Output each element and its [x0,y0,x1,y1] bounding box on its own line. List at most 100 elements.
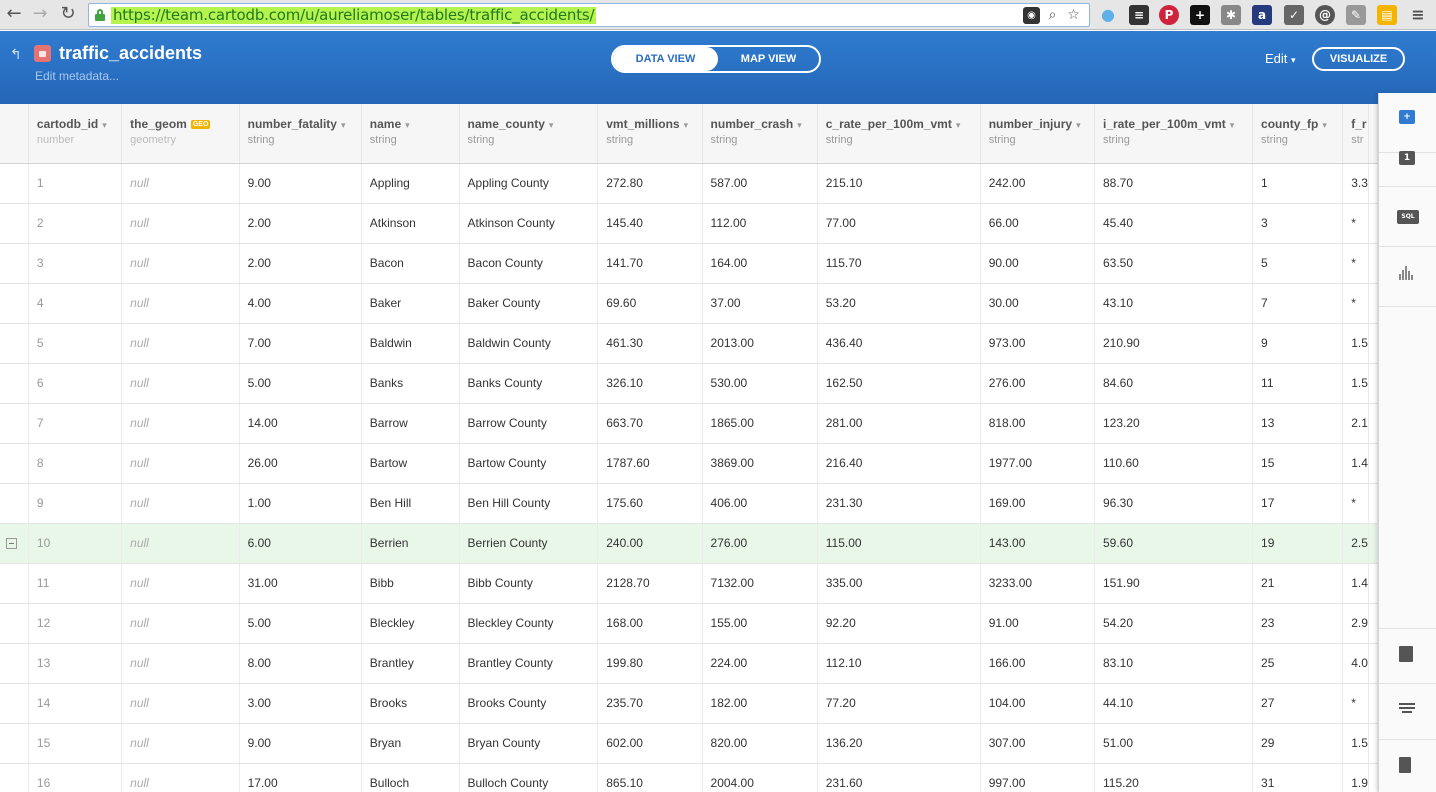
table-cell[interactable]: 30.00 [980,283,1095,324]
table-cell[interactable]: 69.60 [597,283,703,324]
table-cell[interactable]: Atkinson County [459,203,599,244]
column-menu-chevron-icon[interactable]: ▾ [684,120,689,130]
table-cell[interactable]: 182.00 [702,683,818,724]
table-cell[interactable]: 276.00 [702,523,818,564]
back-arrow-icon[interactable]: ← [4,4,24,24]
table-cell[interactable]: 115.20 [1094,763,1254,792]
table-cell[interactable]: Banks [361,363,460,404]
table-cell[interactable]: 115.70 [817,243,981,284]
back-icon[interactable]: ↰ [10,47,22,63]
table-cell[interactable]: 155.00 [702,603,818,644]
table-cell[interactable]: Baker County [459,283,599,324]
table-cell[interactable]: 26.00 [239,443,362,484]
table-cell[interactable]: Bibb County [459,563,599,604]
table-cell[interactable]: 143.00 [980,523,1095,564]
table-cell[interactable]: 31.00 [239,563,362,604]
column-header[interactable]: number_crash ▾ string [702,104,818,164]
row-options-icon[interactable] [6,538,17,550]
table-cell[interactable]: 83.10 [1094,643,1254,684]
buffer-icon[interactable]: ≡ [1129,5,1149,25]
table-cell[interactable]: null [121,563,240,604]
table-cell[interactable]: Bartow [361,443,460,484]
table-cell[interactable]: 235.70 [597,683,703,724]
column-menu-chevron-icon[interactable]: ▾ [956,120,961,130]
table-cell[interactable]: 7 [28,403,123,444]
table-cell[interactable]: 1 [28,163,123,204]
table-cell[interactable]: 92.20 [817,603,981,644]
table-cell[interactable]: Bulloch County [459,763,599,792]
table-cell[interactable]: 10 [28,523,123,564]
column-header[interactable]: c_rate_per_100m_vmt ▾ string [817,104,981,164]
table-cell[interactable]: Baker [361,283,460,324]
table-cell[interactable]: 530.00 [702,363,818,404]
row-selector[interactable] [0,763,29,792]
table-cell[interactable]: Ben Hill County [459,483,599,524]
table-cell[interactable]: 199.80 [597,643,703,684]
row-selector[interactable] [0,163,29,204]
table-cell[interactable]: Bleckley County [459,603,599,644]
table-cell[interactable]: 175.60 [597,483,703,524]
table-cell[interactable]: 307.00 [980,723,1095,764]
table-cell[interactable]: 1.9 [1342,763,1369,792]
table-cell[interactable]: 151.90 [1094,563,1254,604]
table-cell[interactable]: 31 [1252,763,1344,792]
bookmark-star-icon[interactable]: ☆ [1065,7,1082,24]
table-cell[interactable]: 997.00 [980,763,1095,792]
table-cell[interactable]: Brantley County [459,643,599,684]
table-row[interactable]: 1 null 9.00 Appling Appling County 272.80 587.… [0,163,1378,204]
table-cell[interactable]: null [121,363,240,404]
table-cell[interactable]: 272.80 [597,163,703,204]
table-cell[interactable]: 240.00 [597,523,703,564]
table-cell[interactable]: 91.00 [980,603,1095,644]
table-cell[interactable]: 17.00 [239,763,362,792]
table-cell[interactable]: 15 [1252,443,1344,484]
table-cell[interactable]: 335.00 [817,563,981,604]
column-name[interactable]: name [370,117,401,131]
table-cell[interactable]: null [121,723,240,764]
table-cell[interactable]: 7 [1252,283,1344,324]
table-cell[interactable]: 1.4 [1342,563,1369,604]
column-name[interactable]: f_r [1351,117,1366,131]
table-cell[interactable]: 1865.00 [702,403,818,444]
merge-tool[interactable] [1379,628,1436,684]
table-cell[interactable]: Barrow County [459,403,599,444]
table-cell[interactable]: Atkinson [361,203,460,244]
table-cell[interactable]: 865.10 [597,763,703,792]
row-selector[interactable] [0,603,29,644]
table-row[interactable]: 8 null 26.00 Bartow Bartow County 1787.60 3869… [0,443,1378,484]
table-cell[interactable]: 166.00 [980,643,1095,684]
table-cell[interactable]: 2004.00 [702,763,818,792]
column-menu-chevron-icon[interactable]: ▾ [341,120,346,130]
table-cell[interactable]: 37.00 [702,283,818,324]
edit-metadata-link[interactable]: Edit metadata... [35,69,119,83]
table-cell[interactable]: 326.10 [597,363,703,404]
table-row[interactable]: 9 null 1.00 Ben Hill Ben Hill County 175.60 40… [0,483,1378,524]
table-cell[interactable]: 216.40 [817,443,981,484]
puzzle-icon[interactable]: ✱ [1221,5,1241,25]
column-header[interactable]: the_geom GEO geometry [121,104,240,164]
table-cell[interactable]: 169.00 [980,483,1095,524]
table-cell[interactable]: 21 [1252,563,1344,604]
table-cell[interactable]: 27 [1252,683,1344,724]
table-cell[interactable]: null [121,443,240,484]
table-cell[interactable]: Appling [361,163,460,204]
table-cell[interactable]: 4.0 [1342,643,1369,684]
table-cell[interactable]: 8 [28,443,123,484]
table-cell[interactable]: 15 [28,723,123,764]
plus-extension-icon[interactable]: + [1190,5,1210,25]
table-cell[interactable]: 2.00 [239,243,362,284]
table-cell[interactable]: 43.10 [1094,283,1254,324]
visualize-button[interactable]: VISUALIZE [1312,47,1405,71]
table-cell[interactable]: 6.00 [239,523,362,564]
table-cell[interactable]: 2.00 [239,203,362,244]
table-row[interactable]: 13 null 8.00 Brantley Brantley County 199.80 2… [0,643,1378,684]
table-cell[interactable]: 9.00 [239,723,362,764]
table-row[interactable]: 12 null 5.00 Bleckley Bleckley County 168.00 1… [0,603,1378,644]
table-cell[interactable]: 1.5 [1342,723,1369,764]
table-cell[interactable]: null [121,243,240,284]
reload-icon[interactable]: ↻ [58,4,78,24]
table-cell[interactable]: 14 [28,683,123,724]
table-cell[interactable]: 2 [28,203,123,244]
table-cell[interactable]: 115.00 [817,523,981,564]
camera-extension-icon[interactable]: ◉ [1023,7,1040,24]
